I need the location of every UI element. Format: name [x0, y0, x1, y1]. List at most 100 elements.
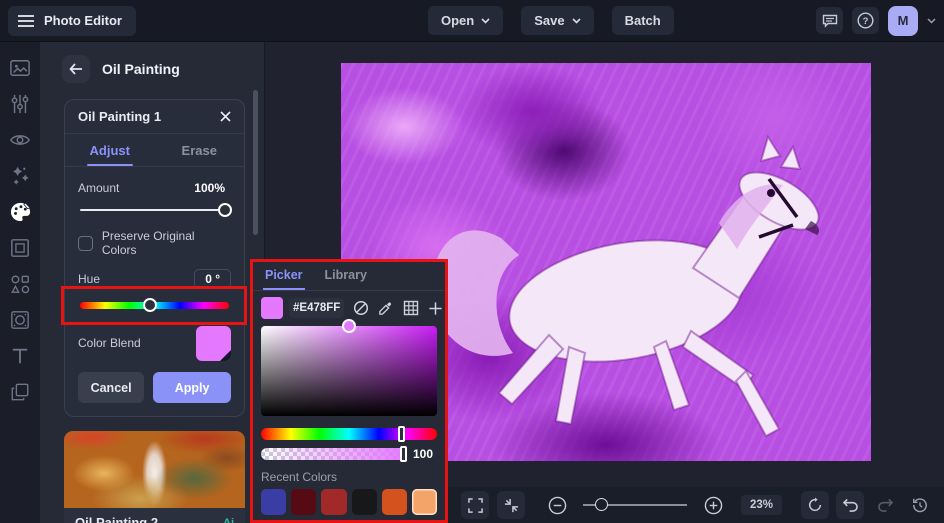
checkbox-icon[interactable]	[78, 235, 93, 251]
rail-effects-sparkles-icon[interactable]	[6, 164, 34, 187]
oil-painting-panel: Oil Painting Oil Painting 1 Adjust Erase…	[40, 42, 265, 523]
color-grid-icon[interactable]	[402, 300, 419, 317]
fullscreen-icon	[467, 497, 483, 513]
recent-color-swatch[interactable]	[261, 489, 287, 515]
feedback-button[interactable]	[816, 7, 843, 34]
rail-text-icon[interactable]	[6, 344, 34, 367]
chat-bubble-icon	[822, 13, 838, 28]
recent-colors-row	[253, 489, 445, 515]
hue-value[interactable]: 0 °	[194, 269, 231, 289]
batch-button[interactable]: Batch	[611, 6, 674, 35]
picker-tabs: Picker Library	[253, 262, 445, 291]
undo-icon	[842, 498, 859, 512]
eyedropper-icon[interactable]	[377, 300, 394, 317]
fit-screen-button[interactable]	[497, 491, 525, 519]
effect-tabs: Adjust Erase	[65, 134, 244, 167]
top-bar: Photo Editor Open Save Batch ? M	[0, 0, 944, 42]
user-avatar[interactable]: M	[888, 5, 918, 36]
zoom-level-badge[interactable]: 23%	[741, 495, 783, 515]
saturation-value-square[interactable]	[261, 319, 437, 416]
app-title: Photo Editor	[44, 13, 122, 28]
compare-refresh-button[interactable]	[801, 491, 829, 519]
photo-editor-app: Photo Editor Open Save Batch ? M Oil Pai…	[0, 0, 944, 523]
recent-color-swatch[interactable]	[291, 489, 317, 515]
chevron-down-icon	[572, 17, 581, 24]
rail-adjust-sliders-icon[interactable]	[6, 92, 34, 115]
panel-header: Oil Painting	[40, 42, 264, 93]
tool-rail	[0, 42, 40, 523]
redo-icon	[877, 498, 894, 512]
topbar-right-group: ? M	[816, 5, 944, 36]
picker-hue-knob[interactable]	[398, 426, 406, 442]
apply-button[interactable]: Apply	[153, 372, 231, 403]
fit-screen-icon	[504, 498, 519, 513]
recent-color-swatch[interactable]	[381, 489, 407, 515]
add-color-icon[interactable]	[427, 300, 444, 317]
zoom-slider[interactable]	[583, 498, 687, 512]
color-picker-popup: Picker Library #E478FF 100 Recent Colors	[250, 259, 448, 523]
refresh-icon	[807, 497, 823, 513]
sv-knob[interactable]	[342, 319, 356, 333]
amount-label: Amount	[78, 181, 120, 195]
help-button[interactable]: ?	[852, 7, 879, 34]
color-blend-label: Color Blend	[78, 336, 141, 350]
amount-slider[interactable]	[80, 203, 232, 217]
file-actions: Open Save Batch	[428, 6, 674, 35]
recent-colors-title: Recent Colors	[261, 470, 338, 484]
svg-text:?: ?	[863, 16, 869, 27]
save-button[interactable]: Save	[521, 6, 594, 35]
color-blend-swatch[interactable]	[196, 325, 231, 361]
rail-image-icon[interactable]	[6, 56, 34, 79]
rail-graphics-shapes-icon[interactable]	[6, 272, 34, 295]
preset-oil-painting-2[interactable]: Oil Painting 2 Ai	[64, 431, 245, 523]
alpha-knob[interactable]	[399, 446, 407, 462]
panel-scrollbar[interactable]	[253, 90, 258, 235]
preset-thumbnail[interactable]	[64, 431, 245, 508]
main-menu-button[interactable]: Photo Editor	[8, 5, 136, 36]
rail-touchup-eye-icon[interactable]	[6, 128, 34, 151]
rail-frames-icon[interactable]	[6, 236, 34, 259]
picker-hue-slider[interactable]	[261, 426, 437, 442]
no-color-icon[interactable]	[352, 300, 369, 317]
zoom-slider-knob[interactable]	[595, 498, 609, 511]
hue-label: Hue	[78, 272, 101, 286]
ai-badge: Ai	[223, 516, 234, 523]
tab-library[interactable]: Library	[313, 262, 377, 290]
undo-button[interactable]	[836, 491, 864, 519]
close-icon[interactable]	[220, 111, 231, 122]
preset-name: Oil Painting 2	[75, 515, 159, 523]
open-button[interactable]: Open	[428, 6, 504, 35]
fullscreen-button[interactable]	[461, 491, 489, 519]
alpha-slider[interactable]	[261, 446, 407, 462]
history-reset-icon	[912, 497, 928, 513]
preserve-colors-checkbox-row[interactable]: Preserve Original Colors	[78, 229, 231, 257]
recent-color-swatch[interactable]	[351, 489, 377, 515]
rail-overlays-texture-icon[interactable]	[6, 308, 34, 331]
tab-adjust[interactable]: Adjust	[65, 134, 155, 166]
zoom-in-button[interactable]	[699, 491, 727, 519]
amount-value: 100%	[194, 181, 225, 195]
color-blend-row: Color Blend	[78, 324, 231, 362]
cancel-button[interactable]: Cancel	[78, 372, 145, 403]
rail-artsy-palette-icon[interactable]	[6, 200, 34, 223]
tab-picker[interactable]: Picker	[253, 262, 313, 290]
hex-input[interactable]: #E478FF	[289, 298, 345, 318]
redo-button[interactable]	[871, 491, 899, 519]
zoom-in-icon	[704, 496, 723, 515]
hamburger-icon	[18, 14, 34, 28]
question-mark-icon: ?	[857, 12, 874, 29]
reset-history-button[interactable]	[906, 491, 934, 519]
hue-slider[interactable]	[80, 298, 229, 312]
recent-color-swatch[interactable]	[321, 489, 347, 515]
back-button[interactable]	[62, 55, 90, 83]
hue-slider-knob[interactable]	[143, 298, 158, 312]
chevron-down-icon	[481, 17, 490, 24]
zoom-out-button[interactable]	[543, 491, 571, 519]
rail-layers-icon[interactable]	[6, 380, 34, 403]
panel-title: Oil Painting	[102, 61, 180, 77]
amount-slider-knob[interactable]	[217, 203, 232, 217]
tab-erase[interactable]: Erase	[155, 134, 245, 166]
alpha-value: 100	[413, 447, 434, 461]
recent-color-swatch[interactable]	[411, 489, 438, 515]
account-chevron-icon[interactable]	[927, 17, 936, 24]
